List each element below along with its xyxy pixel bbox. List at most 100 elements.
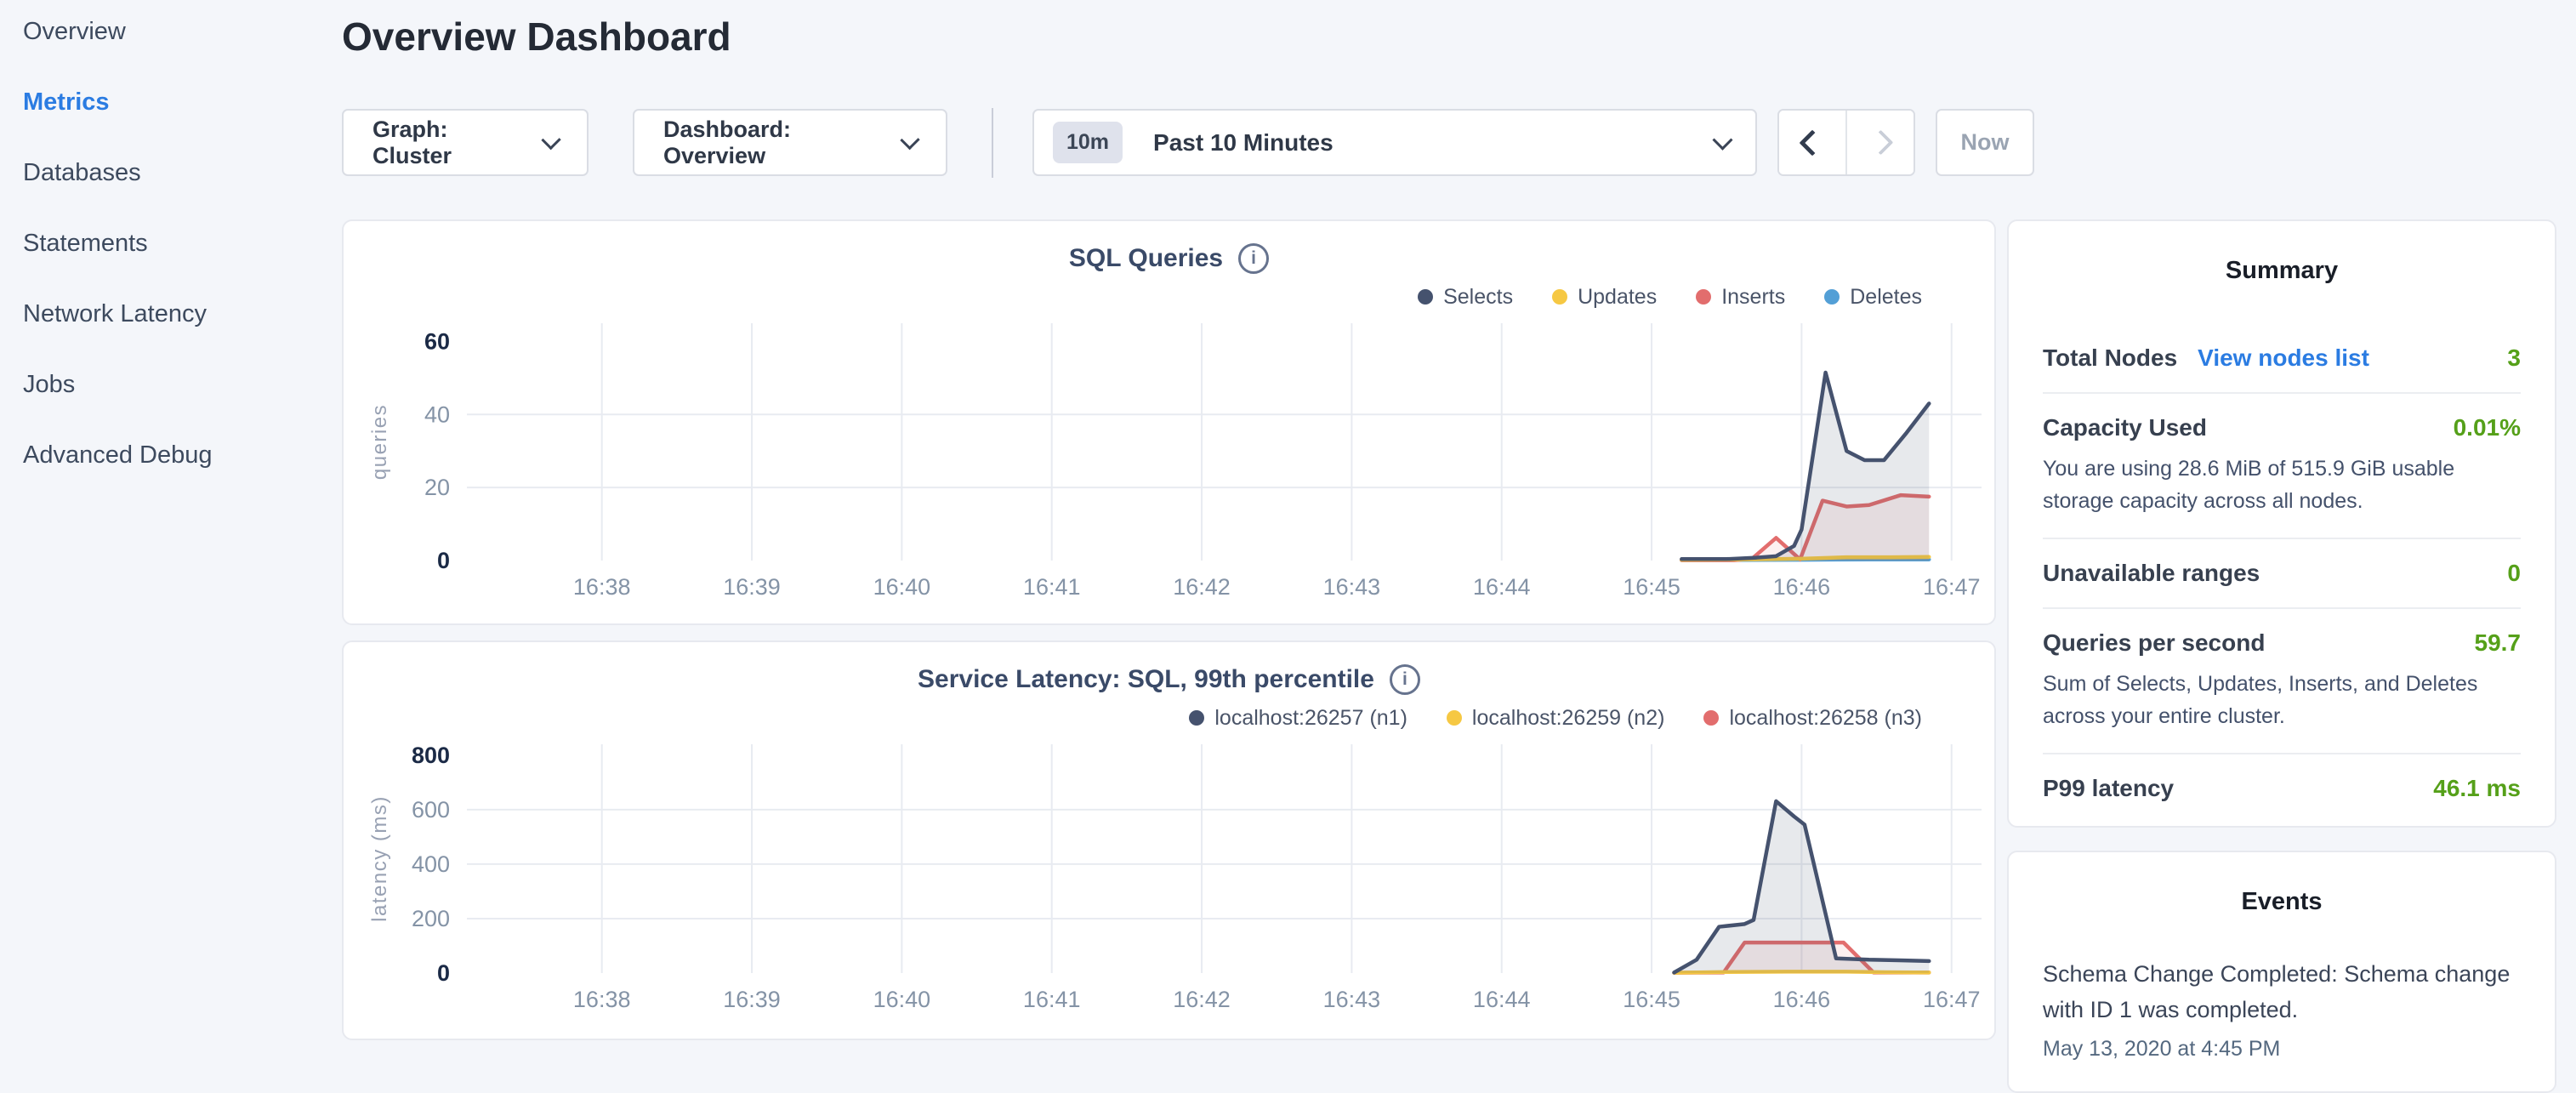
chart-svg[interactable]: 16:3816:3916:4016:4116:4216:4316:4416:45… — [344, 311, 1994, 605]
y-axis-unit-label: queries — [368, 404, 391, 480]
x-axis-tick-label: 16:40 — [873, 574, 931, 600]
x-axis-tick-label: 16:45 — [1623, 574, 1680, 600]
x-axis-tick-label: 16:47 — [1923, 574, 1981, 600]
graph-dropdown[interactable]: Graph: Cluster — [342, 109, 589, 176]
info-icon[interactable]: i — [1390, 664, 1420, 695]
time-window-badge: 10m — [1053, 122, 1123, 163]
legend-item[interactable]: Selects — [1418, 285, 1513, 310]
series-area — [1681, 373, 1929, 561]
summary-row-capacity-used: Capacity Used 0.01% You are using 28.6 M… — [2043, 394, 2521, 538]
summary-row-queries-per-second: Queries per second 59.7 Sum of Selects, … — [2043, 609, 2521, 753]
summary-row-value: 3 — [2507, 344, 2521, 372]
x-axis-tick-label: 16:43 — [1323, 574, 1381, 600]
page-title: Overview Dashboard — [342, 14, 731, 60]
summary-row-label: P99 latency — [2043, 775, 2174, 802]
sidebar-item-label: Jobs — [23, 371, 75, 399]
y-axis-tick-label: 0 — [437, 548, 450, 573]
chart-head: SQL Queries i — [344, 243, 1994, 274]
summary-row-subtext: Sum of Selects, Updates, Inserts, and De… — [2043, 669, 2521, 732]
x-axis-tick-label: 16:40 — [873, 987, 931, 1012]
legend-dot-icon — [1189, 710, 1204, 726]
y-axis-tick-label: 600 — [412, 797, 450, 823]
summary-row-p99-latency: P99 latency 46.1 ms — [2043, 754, 2521, 823]
legend-item[interactable]: Inserts — [1696, 285, 1785, 310]
dashboard-dropdown[interactable]: Dashboard: Overview — [633, 109, 947, 176]
legend-item[interactable]: Deletes — [1824, 285, 1922, 310]
legend-item[interactable]: Updates — [1552, 285, 1657, 310]
y-axis-unit-label: latency (ms) — [368, 795, 391, 922]
summary-row-subtext: You are using 28.6 MiB of 515.9 GiB usab… — [2043, 453, 2521, 517]
event-item-text[interactable]: Schema Change Completed: Schema change w… — [2043, 957, 2521, 1028]
sidebar-item-statements[interactable]: Statements — [0, 208, 340, 279]
sidebar-item-advanced-debug[interactable]: Advanced Debug — [0, 420, 340, 491]
sidebar-item-label: Advanced Debug — [23, 441, 213, 470]
sidebar: Overview Metrics Databases Statements Ne… — [0, 0, 340, 491]
y-axis-tick-label: 20 — [424, 475, 450, 500]
x-axis-tick-label: 16:39 — [723, 987, 781, 1012]
sidebar-item-overview[interactable]: Overview — [0, 0, 340, 67]
x-axis-tick-label: 16:43 — [1323, 987, 1381, 1012]
sidebar-item-label: Network Latency — [23, 300, 207, 328]
legend-item[interactable]: localhost:26258 (n3) — [1703, 706, 1922, 731]
x-axis-tick-label: 16:46 — [1773, 987, 1831, 1012]
summary-row-unavailable-ranges: Unavailable ranges 0 — [2043, 539, 2521, 607]
y-axis-tick-label: 200 — [412, 906, 450, 931]
x-axis-tick-label: 16:44 — [1473, 574, 1531, 600]
event-item-timestamp: May 13, 2020 at 4:45 PM — [2043, 1037, 2521, 1062]
legend-item[interactable]: localhost:26257 (n1) — [1189, 706, 1407, 731]
chart-title: Service Latency: SQL, 99th percentile — [918, 665, 1374, 694]
legend-item[interactable]: localhost:26259 (n2) — [1447, 706, 1665, 731]
legend-label: localhost:26259 (n2) — [1472, 706, 1665, 731]
chart-head: Service Latency: SQL, 99th percentile i — [344, 664, 1994, 695]
controls-toolbar: Graph: Cluster Dashboard: Overview 10m P… — [342, 109, 2034, 176]
chevron-left-icon — [1799, 129, 1825, 156]
dashboard-dropdown-label: Dashboard: Overview — [663, 117, 884, 169]
events-panel: Events Schema Change Completed: Schema c… — [2007, 851, 2556, 1093]
summary-row-value: 0 — [2507, 560, 2521, 587]
summary-row-label: Unavailable ranges — [2043, 560, 2260, 587]
legend-label: Deletes — [1850, 285, 1922, 310]
sidebar-item-databases[interactable]: Databases — [0, 138, 340, 208]
now-button[interactable]: Now — [1936, 109, 2034, 176]
time-window-dropdown[interactable]: 10m Past 10 Minutes — [1032, 109, 1757, 176]
sidebar-item-jobs[interactable]: Jobs — [0, 350, 340, 420]
chart-svg[interactable]: 16:3816:3916:4016:4116:4216:4316:4416:45… — [344, 732, 1994, 1017]
x-axis-tick-label: 16:47 — [1923, 987, 1981, 1012]
sidebar-item-label: Statements — [23, 230, 148, 258]
y-axis-tick-label: 40 — [424, 401, 450, 427]
x-axis-tick-label: 16:38 — [573, 987, 631, 1012]
legend-label: Selects — [1443, 285, 1513, 310]
summary-row-label: Capacity Used — [2043, 414, 2207, 441]
legend-label: Updates — [1578, 285, 1657, 310]
legend-label: localhost:26257 (n1) — [1214, 706, 1407, 731]
sidebar-item-label: Databases — [23, 159, 141, 187]
view-nodes-list-link[interactable]: View nodes list — [2198, 344, 2369, 372]
chart-legend: Selects Updates Inserts Deletes — [344, 282, 1922, 311]
summary-row-label: Queries per second — [2043, 629, 2265, 657]
chart-legend: localhost:26257 (n1) localhost:26259 (n2)… — [344, 703, 1922, 732]
sidebar-item-metrics[interactable]: Metrics — [0, 67, 340, 138]
series-area — [1675, 801, 1930, 973]
prev-time-button[interactable] — [1779, 111, 1845, 174]
sidebar-item-network-latency[interactable]: Network Latency — [0, 279, 340, 350]
graph-dropdown-label: Graph: Cluster — [372, 117, 526, 169]
chevron-down-icon — [541, 130, 561, 151]
x-axis-tick-label: 16:39 — [723, 574, 781, 600]
info-icon[interactable]: i — [1238, 243, 1269, 274]
chevron-right-icon — [1868, 130, 1893, 156]
x-axis-tick-label: 16:42 — [1173, 987, 1231, 1012]
x-axis-tick-label: 16:41 — [1023, 987, 1081, 1012]
legend-label: localhost:26258 (n3) — [1729, 706, 1922, 731]
summary-row-value: 59.7 — [2475, 629, 2522, 657]
x-axis-tick-label: 16:42 — [1173, 574, 1231, 600]
next-time-button[interactable] — [1847, 111, 1914, 174]
legend-dot-icon — [1703, 710, 1719, 726]
y-axis-tick-label: 800 — [412, 743, 450, 768]
y-axis-tick-label: 60 — [424, 328, 450, 354]
summary-row-value: 0.01% — [2454, 414, 2521, 441]
summary-panel: Summary Total Nodes View nodes list 3 Ca… — [2007, 219, 2556, 828]
chevron-down-icon — [1712, 130, 1732, 151]
legend-dot-icon — [1696, 289, 1711, 305]
events-title: Events — [2043, 888, 2521, 916]
legend-dot-icon — [1824, 289, 1840, 305]
